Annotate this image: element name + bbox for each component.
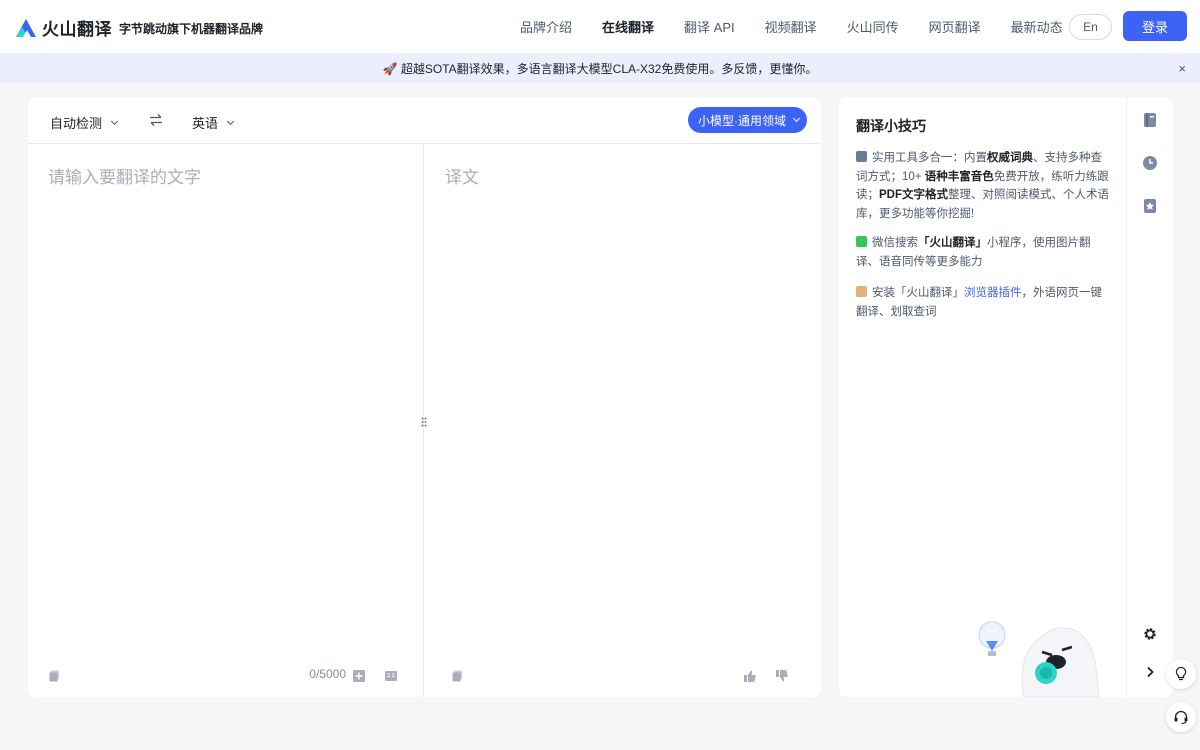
support-float-button[interactable] [1166,702,1196,732]
chevron-down-icon [110,117,119,125]
arrow-right-icon [856,151,867,162]
top-header: 火山翻译 字节跳动旗下机器翻译品牌 品牌介绍 在线翻译 翻译 API 视频翻译 … [0,0,1200,53]
tip-bold: 「火山翻译」 [918,237,987,249]
browser-extension-link[interactable]: 浏览器插件 [964,287,1022,299]
close-icon[interactable]: × [1178,61,1186,76]
swap-icon[interactable] [149,113,163,127]
package-icon [856,286,867,297]
language-switch-button[interactable]: En [1069,14,1112,40]
slogan: 字节跳动旗下机器翻译品牌 [119,22,264,36]
plus-icon [856,236,867,247]
nav-video[interactable]: 视频翻译 [765,17,817,36]
target-footer [425,665,821,683]
translator-card: 自动检测 英语 小模型·通用领域 请输入要翻译的文字 0/5000 译文 [28,97,821,697]
side-toolbar [1126,97,1173,697]
dislike-icon[interactable] [775,669,789,683]
language-bar: 自动检测 英语 小模型·通用领域 [28,97,821,144]
history-icon[interactable] [1142,155,1158,171]
tips-panel: 翻译小技巧 实用工具多合一：内置权威词典、支持多种查词方式；10+ 语种丰富音色… [839,97,1126,697]
tip-bold: 语种丰富音色 [924,170,994,183]
logo-text: 火山翻译 [42,20,112,39]
nav-simultaneous[interactable]: 火山同传 [847,17,899,36]
announcement-banner: 🚀 超越SOTA翻译效果，多语言翻译大模型CLA-X32免费使用。多反馈，更懂你… [0,53,1200,83]
add-icon[interactable] [352,669,366,683]
settings-icon[interactable] [1142,626,1158,642]
nav-api[interactable]: 翻译 API [684,17,735,36]
tips-title: 翻译小技巧 [856,118,926,134]
nav-online-translate[interactable]: 在线翻译 [602,17,654,36]
login-button[interactable]: 登录 [1123,11,1187,41]
headset-icon [1174,710,1188,725]
favorite-icon[interactable] [1142,198,1158,214]
nav-news[interactable]: 最新动态 [1011,17,1063,36]
nav-brand[interactable]: 品牌介绍 [520,17,572,36]
logo-icon [16,18,36,37]
chevron-down-icon [226,117,235,125]
chevron-down-icon [792,114,801,123]
target-language-select[interactable]: 英语 [192,113,235,132]
model-label: 小模型·通用领域 [698,113,786,128]
target-language-label: 英语 [192,116,219,131]
tip-bold: PDF文字格式 [879,189,948,201]
tip-tools: 实用工具多合一：内置权威词典、支持多种查词方式；10+ 语种丰富音色免费开放，练… [856,149,1110,223]
tip-wechat: 微信搜索「火山翻译」小程序，使用图片翻译、语音同传等更多能力 [856,234,1110,271]
copy-icon[interactable] [451,669,465,683]
tip-text: 安装「火山翻译」 [872,287,964,299]
source-language-label: 自动检测 [50,116,103,131]
dictionary-icon[interactable] [384,669,398,683]
copy-icon[interactable] [48,669,62,683]
char-count: 0/5000 [309,667,346,681]
like-icon[interactable] [743,669,757,683]
main-nav: 品牌介绍 在线翻译 翻译 API 视频翻译 火山同传 网页翻译 最新动态 [520,0,1093,53]
tip-text: 微信搜索 [872,237,918,249]
tip-extension: 安装「火山翻译」浏览器插件，外语网页一键翻译、划取查词 [856,284,1110,321]
translation-output: 译文 [445,168,479,187]
source-footer: 0/5000 [28,665,423,683]
tips-float-button[interactable] [1166,659,1196,689]
nav-webpage[interactable]: 网页翻译 [929,17,981,36]
chevron-right-icon[interactable] [1142,664,1158,680]
target-pane: 译文 [425,144,821,697]
model-select-button[interactable]: 小模型·通用领域 [688,107,807,133]
book-icon[interactable] [1142,112,1158,128]
source-pane[interactable]: 请输入要翻译的文字 0/5000 [28,144,424,697]
mascot-illustration [978,621,1100,697]
logo[interactable]: 火山翻译 [14,15,112,40]
source-language-select[interactable]: 自动检测 [50,113,119,132]
tip-text: 实用工具多合一：内置 [872,152,987,164]
lightbulb-icon [1175,666,1187,681]
source-input[interactable]: 请输入要翻译的文字 [48,163,201,188]
banner-text: 🚀 超越SOTA翻译效果，多语言翻译大模型CLA-X32免费使用。多反馈，更懂你… [382,61,818,76]
tip-bold: 权威词典 [987,152,1033,164]
